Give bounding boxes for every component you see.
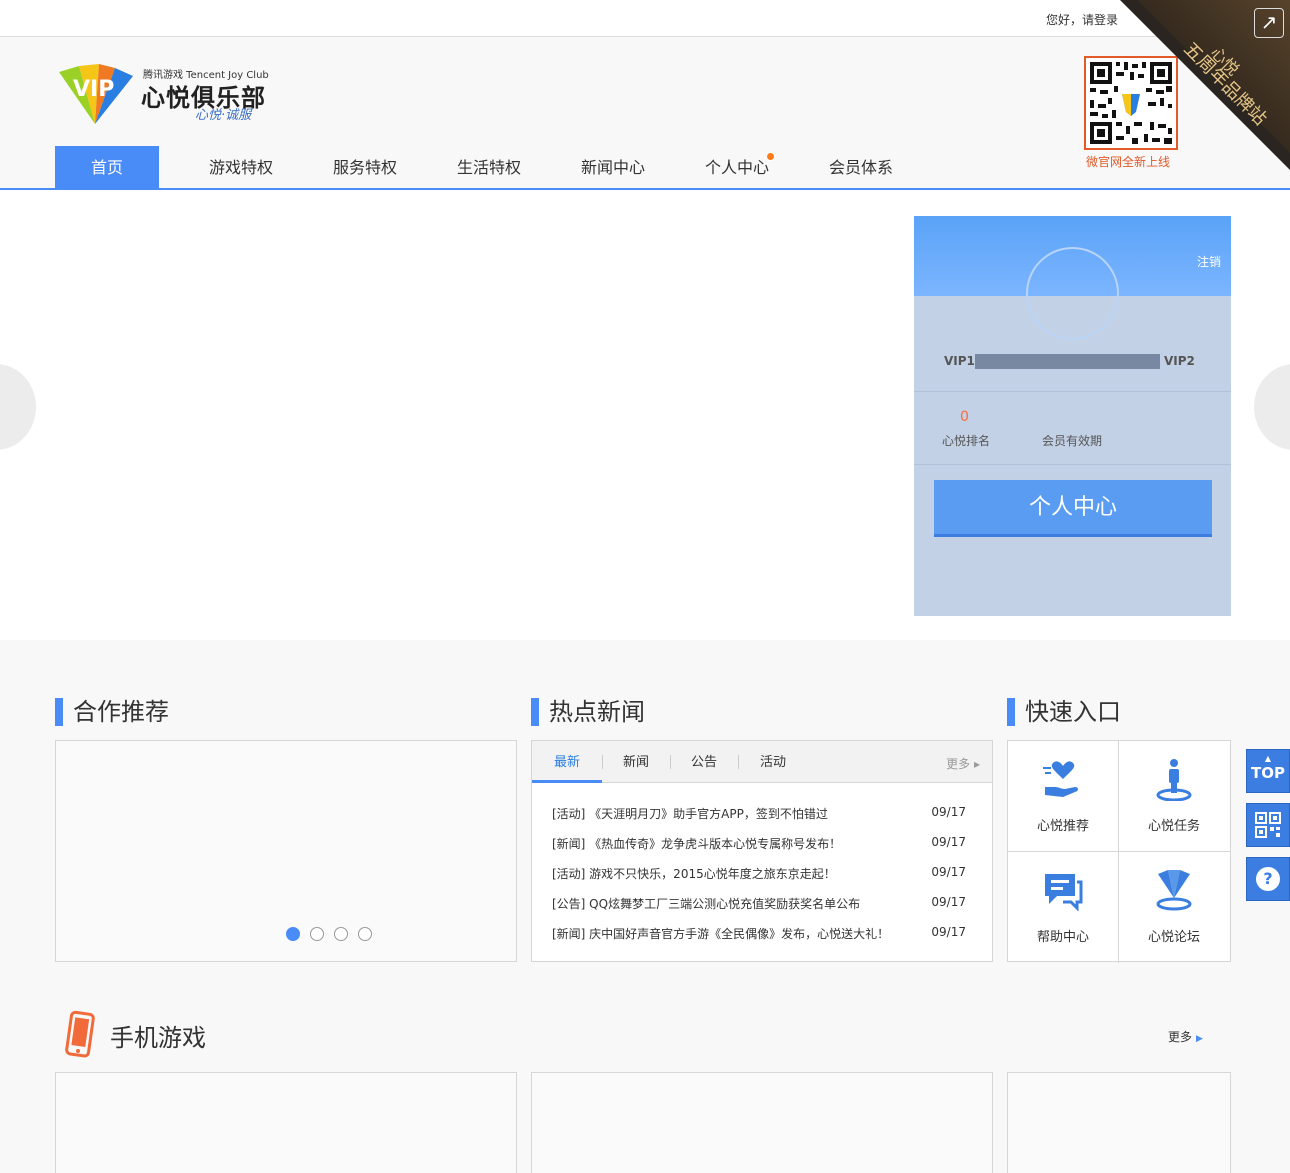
mobile-games-title: 手机游戏 bbox=[110, 1024, 206, 1052]
logout-link[interactable]: 注销 bbox=[1197, 253, 1221, 270]
chat-bubble-icon bbox=[1045, 874, 1083, 912]
mobile-phone-icon bbox=[65, 1010, 95, 1058]
vip-level-current: VIP1 bbox=[944, 354, 975, 368]
chevron-right-icon: ▸ bbox=[973, 757, 980, 771]
vip-level-next: VIP2 bbox=[1164, 354, 1195, 368]
tab-notice[interactable]: 公告 bbox=[670, 741, 738, 783]
quick-task[interactable]: 心悦任务 bbox=[1119, 741, 1230, 852]
news-item[interactable]: [公告] QQ炫舞梦工厂三端公测心悦充值奖励获奖名单公布 09/17 bbox=[552, 895, 966, 925]
news-item-title: [活动] 游戏不只快乐，2015心悦年度之旅东京走起！ bbox=[552, 867, 836, 881]
hotnews-section-title: 热点新闻 bbox=[531, 698, 645, 726]
quick-section-title: 快速入口 bbox=[1007, 698, 1121, 726]
partner-section-title: 合作推荐 bbox=[55, 698, 169, 726]
carousel-dot[interactable] bbox=[334, 927, 348, 941]
svg-text:VIP: VIP bbox=[73, 77, 114, 102]
quick-forum-label: 心悦论坛 bbox=[1147, 930, 1200, 945]
rank-label: 心悦排名 bbox=[942, 434, 991, 448]
nav-home[interactable]: 首页 bbox=[55, 146, 159, 188]
nav-game-privilege[interactable]: 游戏特权 bbox=[179, 146, 303, 188]
news-item[interactable]: [活动] 游戏不只快乐，2015心悦年度之旅东京走起！ 09/17 bbox=[552, 865, 966, 895]
carousel-dots bbox=[286, 927, 372, 941]
news-item-title: [新闻] 庆中国好声音官方手游《全民偶像》发布，心悦送大礼！ bbox=[552, 927, 890, 941]
nav-personal-center-label: 个人中心 bbox=[704, 158, 769, 177]
quick-help[interactable]: 帮助中心 bbox=[1008, 852, 1119, 963]
quick-recommend-label: 心悦推荐 bbox=[1036, 819, 1089, 834]
news-item-title: [活动] 《天涯明月刀》助手官方APP，签到不怕错过 bbox=[552, 807, 828, 821]
question-icon: ? bbox=[1256, 867, 1280, 891]
triangle-right-icon: ▶ bbox=[1196, 1034, 1203, 1044]
news-item-date: 09/17 bbox=[931, 835, 966, 849]
news-item-date: 09/17 bbox=[931, 805, 966, 819]
tab-news[interactable]: 新闻 bbox=[602, 741, 670, 783]
user-panel: 注销 VIP1 VIP2 0 心悦排名 会员有效期 个人中心 bbox=[914, 216, 1231, 616]
main-nav: 首页 游戏特权 服务特权 生活特权 新闻中心 个人中心 会员体系 bbox=[55, 146, 923, 188]
expiry-label: 会员有效期 bbox=[1042, 434, 1103, 448]
partner-carousel[interactable] bbox=[55, 740, 517, 962]
nav-news-center[interactable]: 新闻中心 bbox=[551, 146, 675, 188]
carousel-dot[interactable] bbox=[286, 927, 300, 941]
news-tabs: 最新 新闻 公告 活动 更多 ▸ bbox=[532, 741, 992, 783]
news-item-title: [公告] QQ炫舞梦工厂三端公测心悦充值奖励获奖名单公布 bbox=[552, 897, 861, 911]
nav-membership[interactable]: 会员体系 bbox=[799, 146, 923, 188]
divider bbox=[914, 391, 1231, 392]
help-float-button[interactable]: ? bbox=[1246, 857, 1290, 901]
news-more-link[interactable]: 更多 ▸ bbox=[946, 755, 980, 772]
news-more-label: 更多 bbox=[946, 757, 971, 771]
login-link[interactable]: 您好，请登录 bbox=[1046, 11, 1118, 28]
quick-recommend[interactable]: 心悦推荐 bbox=[1008, 741, 1119, 852]
game-card[interactable] bbox=[55, 1072, 517, 1173]
personal-center-button[interactable]: 个人中心 bbox=[934, 480, 1212, 537]
tab-event[interactable]: 活动 bbox=[738, 741, 808, 783]
nav-personal-center[interactable]: 个人中心 bbox=[675, 146, 799, 188]
vip-progress-bar bbox=[975, 354, 1160, 369]
game-card[interactable] bbox=[1007, 1072, 1231, 1173]
tab-latest[interactable]: 最新 bbox=[532, 741, 602, 783]
vip-gem-icon bbox=[1156, 870, 1192, 911]
top-bar: 您好，请登录 bbox=[0, 0, 1290, 37]
anniversary-ribbon[interactable]: 心悦 五周年品牌站 ↗ bbox=[1120, 0, 1290, 170]
quick-forum[interactable]: 心悦论坛 bbox=[1119, 852, 1230, 963]
quick-entry-grid: 心悦推荐 心悦任务 帮助中心 心悦论坛 bbox=[1007, 740, 1231, 963]
nav-service-privilege[interactable]: 服务特权 bbox=[303, 146, 427, 188]
news-item[interactable]: [活动] 《天涯明月刀》助手官方APP，签到不怕错过 09/17 bbox=[552, 805, 966, 835]
carousel-dot[interactable] bbox=[358, 927, 372, 941]
logo-slogan: 心悦·诚服 bbox=[195, 108, 252, 123]
caret-up-icon: ▲ bbox=[1264, 754, 1272, 763]
mobile-more-label: 更多 bbox=[1168, 1030, 1193, 1044]
news-panel: 最新 新闻 公告 活动 更多 ▸ [活动] 《天涯明月刀》助手官方APP，签到不… bbox=[531, 740, 993, 962]
vip-gem-icon: VIP bbox=[59, 64, 133, 124]
news-list: [活动] 《天涯明月刀》助手官方APP，签到不怕错过 09/17 [新闻] 《热血… bbox=[552, 805, 966, 955]
quick-task-label: 心悦任务 bbox=[1147, 819, 1200, 834]
external-link-icon[interactable]: ↗ bbox=[1254, 8, 1284, 38]
news-item-date: 09/17 bbox=[931, 895, 966, 909]
news-item-title: [新闻] 《热血传奇》龙争虎斗版本心悦专属称号发布！ bbox=[552, 837, 842, 851]
banner-area: 注销 VIP1 VIP2 0 心悦排名 会员有效期 个人中心 bbox=[0, 190, 1290, 640]
news-item[interactable]: [新闻] 《热血传奇》龙争虎斗版本心悦专属称号发布！ 09/17 bbox=[552, 835, 966, 865]
news-item-date: 09/17 bbox=[931, 865, 966, 879]
site-logo[interactable]: VIP 腾讯游戏 Tencent Joy Club 心悦俱乐部 心悦·诚服 bbox=[55, 58, 285, 130]
rank-value: 0 bbox=[960, 409, 969, 425]
banner-prev-button[interactable] bbox=[0, 364, 36, 450]
news-item-date: 09/17 bbox=[931, 925, 966, 939]
qr-code-icon bbox=[1255, 812, 1281, 838]
divider bbox=[914, 464, 1231, 465]
back-to-top-button[interactable]: ▲ TOP bbox=[1246, 749, 1290, 793]
heart-hand-icon bbox=[1043, 761, 1078, 797]
site-header: VIP 腾讯游戏 Tencent Joy Club 心悦俱乐部 心悦·诚服 首页… bbox=[0, 38, 1290, 190]
quick-help-label: 帮助中心 bbox=[1036, 930, 1089, 945]
person-pin-icon bbox=[1156, 759, 1192, 801]
notification-dot bbox=[766, 152, 775, 161]
avatar[interactable] bbox=[1026, 247, 1119, 340]
qr-float-button[interactable] bbox=[1246, 803, 1290, 847]
mobile-more-link[interactable]: 更多 ▶ bbox=[1168, 1028, 1203, 1045]
banner-next-button[interactable] bbox=[1254, 364, 1290, 450]
carousel-dot[interactable] bbox=[310, 927, 324, 941]
back-to-top-label: TOP bbox=[1251, 764, 1285, 782]
nav-life-privilege[interactable]: 生活特权 bbox=[427, 146, 551, 188]
game-card[interactable] bbox=[531, 1072, 993, 1173]
news-item[interactable]: [新闻] 庆中国好声音官方手游《全民偶像》发布，心悦送大礼！ 09/17 bbox=[552, 925, 966, 955]
